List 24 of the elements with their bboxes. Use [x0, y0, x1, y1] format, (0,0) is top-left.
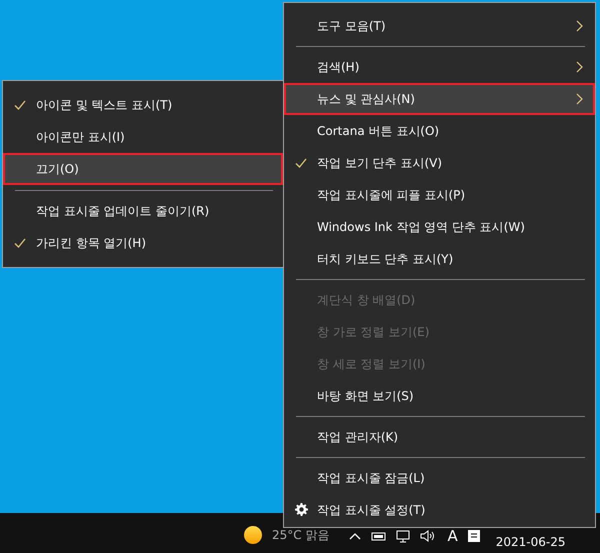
menu-item[interactable]: 작업 표시줄에 피플 표시(P)	[284, 179, 595, 211]
weather-text: 25°C 맑음	[272, 526, 330, 544]
sun-icon	[244, 526, 262, 544]
menu-item[interactable]: 아이콘 및 텍스트 표시(T)	[3, 89, 283, 121]
menu-item[interactable]: 작업 표시줄 잠금(L)	[284, 462, 595, 494]
menu-item[interactable]: 뉴스 및 관심사(N)	[284, 83, 595, 115]
menu-item[interactable]: 바탕 화면 보기(S)	[284, 380, 595, 412]
menu-item[interactable]: 작업 관리자(K)	[284, 421, 595, 453]
menu-item[interactable]: 아이콘만 표시(I)	[3, 121, 283, 153]
menu-item[interactable]: 작업 표시줄 설정(T)	[284, 494, 595, 526]
menu-item[interactable]: 작업 보기 단추 표시(V)	[284, 147, 595, 179]
menu-item[interactable]: 검색(H)	[284, 51, 595, 83]
menu-item[interactable]: 끄기(O)	[3, 153, 283, 185]
input-indicator[interactable]: A	[447, 527, 458, 545]
menu-item[interactable]: 가리킨 항목 열기(H)	[3, 227, 283, 259]
menu-item[interactable]: Windows Ink 작업 영역 단추 표시(W)	[284, 211, 595, 243]
notification-icon[interactable]	[466, 528, 482, 544]
gear-icon	[295, 503, 308, 516]
menu-item[interactable]: 터치 키보드 단추 표시(Y)	[284, 243, 595, 275]
speaker-icon[interactable]	[419, 528, 436, 544]
clock-date[interactable]: 2021-06-25	[496, 535, 566, 549]
menu-item[interactable]: 작업 표시줄 업데이트 줄이기(R)	[3, 195, 283, 227]
menu-item[interactable]: 도구 모음(T)	[284, 10, 595, 42]
menu-item[interactable]: Cortana 버튼 표시(O)	[284, 115, 595, 147]
